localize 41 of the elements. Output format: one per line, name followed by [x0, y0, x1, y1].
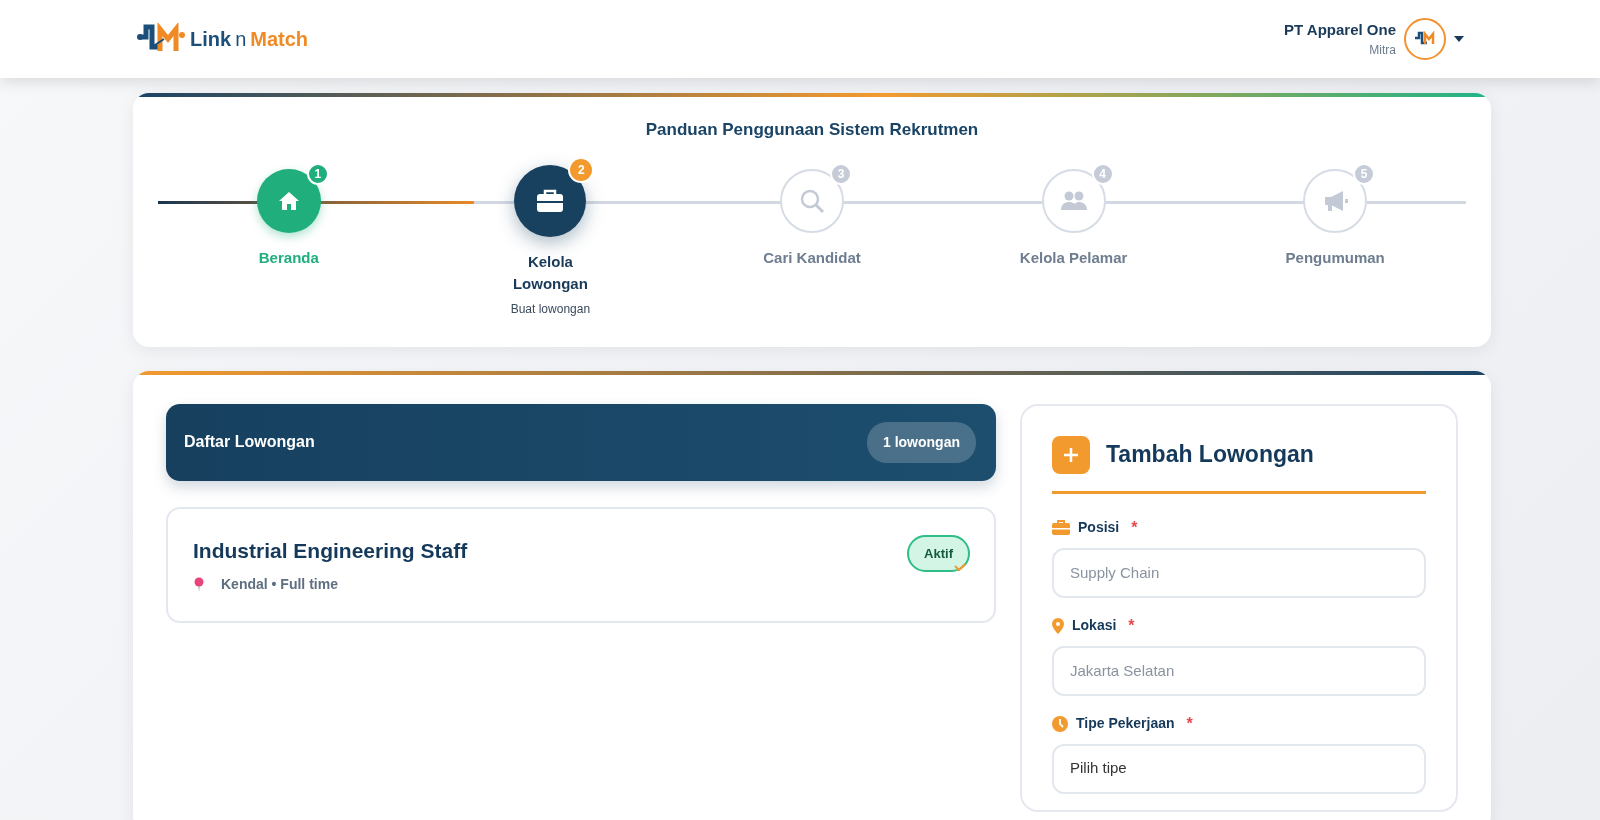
step-button[interactable] — [514, 164, 587, 237]
job-title: Industrial Engineering Staff — [193, 537, 468, 564]
status-badge: Aktif — [907, 534, 970, 572]
step-number: 1 — [306, 162, 329, 185]
step-number: 3 — [830, 162, 852, 185]
required-mark: * — [1131, 517, 1138, 538]
step-number: 2 — [568, 156, 595, 183]
list-title: Daftar Lowongan — [184, 432, 315, 452]
step-label: Beranda — [258, 247, 319, 268]
field-label: Posisi — [1078, 518, 1120, 537]
required-mark: * — [1128, 615, 1135, 636]
user-name: PT Apparel One — [1284, 19, 1396, 40]
pin-icon — [1052, 617, 1064, 634]
step-label: Kelola Pelamar — [1019, 247, 1128, 268]
plus-icon — [1052, 435, 1090, 474]
step-label: Cari Kandidat — [763, 247, 861, 268]
check-icon — [954, 563, 966, 572]
required-mark: * — [1186, 713, 1193, 734]
step-number: 5 — [1353, 162, 1376, 185]
step-label: Pengumuman — [1285, 247, 1385, 268]
count-badge: 1 lowongan — [867, 421, 976, 463]
form-title: Tambah Lowongan — [1106, 440, 1314, 470]
select-field[interactable]: Pilih tipe — [1052, 743, 1426, 794]
job-card[interactable]: Industrial Engineering Staff Kendal • Full time Aktif — [166, 506, 996, 623]
clock-icon — [1052, 715, 1068, 732]
input-field[interactable]: Jakarta Selatan — [1052, 645, 1426, 696]
job-meta: Kendal • Full time — [221, 575, 338, 594]
step-label: Kelola Lowongan — [511, 251, 589, 294]
user-role: Mitra — [1368, 42, 1396, 60]
step-sublabel: Buat lowongan — [510, 300, 591, 318]
briefcase-icon — [1052, 519, 1070, 536]
logo-link[interactable]: Link n Match — [190, 24, 309, 54]
caret-icon[interactable] — [1454, 36, 1464, 42]
avatar[interactable] — [1404, 18, 1446, 60]
step-number: 4 — [1091, 162, 1114, 185]
people-icon — [1059, 189, 1088, 212]
guide-title: Panduan Penggunaan Sistem Rekrutmen — [644, 119, 980, 141]
briefcase-icon — [535, 187, 566, 214]
input-field[interactable]: Supply Chain — [1052, 547, 1426, 598]
field-label: Lokasi — [1072, 616, 1117, 635]
field-label: Tipe Pekerjaan — [1076, 714, 1175, 733]
